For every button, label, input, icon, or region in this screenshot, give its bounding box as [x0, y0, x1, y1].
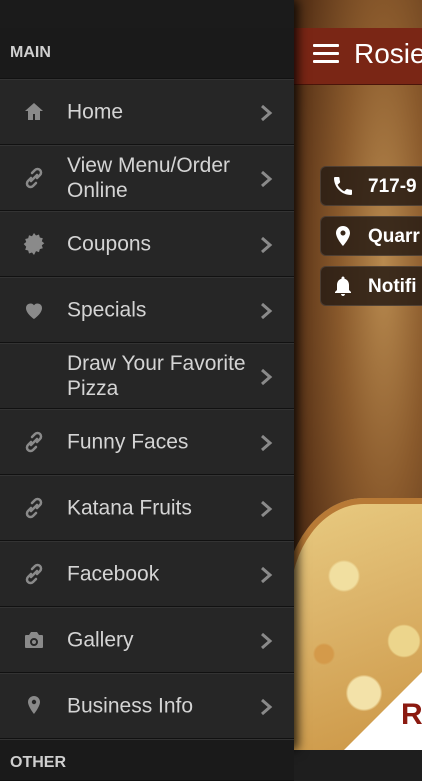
menu-item-katana-fruits[interactable]: Katana Fruits	[0, 475, 294, 541]
home-icon	[25, 103, 43, 120]
location-pin-icon	[336, 226, 350, 246]
section-label-main: MAIN	[10, 44, 51, 61]
navigation-drawer: MAIN Home View Menu/Order Online Coupons…	[0, 0, 294, 781]
section-label-other: OTHER	[10, 754, 66, 771]
menu-item-gallery[interactable]: Gallery	[0, 607, 294, 673]
link-icon	[25, 167, 43, 189]
notifications-label: Notifi	[368, 276, 417, 297]
menu-item-facebook[interactable]: Facebook	[0, 541, 294, 607]
chevron-right-icon	[261, 170, 273, 188]
chevron-right-icon	[261, 632, 273, 650]
notifications-button[interactable]: Notifi	[320, 266, 422, 306]
menu-item-label: Gallery	[67, 628, 134, 652]
chevron-right-icon	[261, 236, 273, 254]
section-header-other: OTHER	[0, 739, 294, 781]
menu-item-label: Funny Faces	[67, 430, 189, 454]
chevron-right-icon	[261, 104, 273, 122]
location-label: Quarr	[368, 226, 420, 247]
location-button[interactable]: Quarr	[320, 216, 422, 256]
badge-icon	[23, 233, 45, 255]
camera-icon	[25, 632, 43, 648]
hamburger-menu-icon[interactable]	[313, 44, 339, 64]
app-title: Rosie	[354, 38, 422, 69]
menu-item-view-menu[interactable]: View Menu/Order Online	[0, 145, 294, 211]
menu-item-label: Business Info	[67, 694, 194, 718]
heart-icon	[26, 303, 42, 319]
phone-label: 717-9	[368, 176, 417, 197]
app-content: Rosie 717-9 Quarr Notifi R	[294, 0, 422, 750]
chevron-right-icon	[261, 302, 273, 320]
menu-item-label: Specials	[67, 298, 147, 322]
bell-icon	[335, 276, 351, 296]
chevron-right-icon	[261, 566, 273, 584]
menu-item-label: Home	[67, 100, 124, 124]
menu-item-label: Draw Your Favorite Pizza	[67, 352, 246, 400]
chevron-right-icon	[261, 698, 273, 716]
status-bar	[0, 0, 294, 28]
chevron-right-icon	[261, 368, 273, 386]
menu-item-label: Katana Fruits	[67, 496, 192, 520]
link-icon	[25, 563, 43, 585]
logo-corner-text: R	[401, 698, 422, 731]
menu-item-specials[interactable]: Specials	[0, 277, 294, 343]
menu-item-funny-faces[interactable]: Funny Faces	[0, 409, 294, 475]
menu-item-coupons[interactable]: Coupons	[0, 211, 294, 277]
menu-item-home[interactable]: Home	[0, 79, 294, 145]
menu-item-business-info[interactable]: Business Info	[0, 673, 294, 739]
link-icon	[25, 431, 43, 453]
phone-button[interactable]: 717-9	[320, 166, 422, 206]
menu-item-label: Facebook	[67, 562, 160, 586]
chevron-right-icon	[261, 500, 273, 518]
chevron-right-icon	[261, 434, 273, 452]
location-pin-icon	[28, 696, 40, 714]
menu-item-label: Coupons	[67, 232, 152, 256]
menu-item-label: View Menu/Order Online	[67, 154, 231, 202]
link-icon	[25, 497, 43, 519]
section-header-main: MAIN	[0, 28, 294, 79]
menu-item-draw-pizza[interactable]: Draw Your Favorite Pizza	[0, 343, 294, 409]
phone-icon	[334, 177, 352, 195]
